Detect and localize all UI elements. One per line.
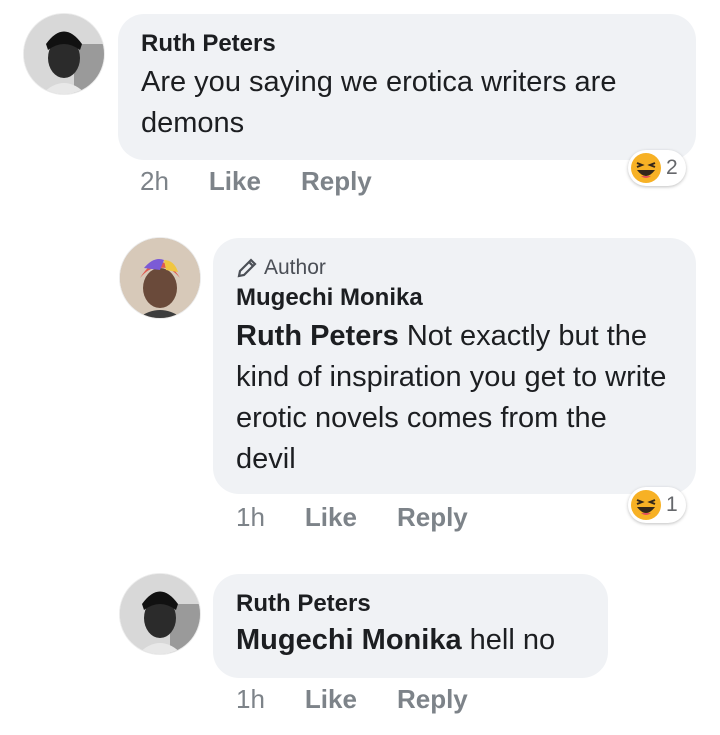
comment-timestamp[interactable]: 2h [140, 166, 169, 197]
comment-text: Mugechi Monika hell no [236, 620, 584, 661]
avatar[interactable] [24, 14, 104, 94]
laughing-emoji-icon [631, 490, 661, 520]
profile-photo-icon [120, 238, 200, 318]
reaction-badge[interactable]: 1 [628, 487, 686, 523]
reply-button[interactable]: Reply [397, 684, 468, 715]
comment-text: Ruth Peters Not exactly but the kind of … [236, 316, 672, 480]
reaction-count: 1 [666, 493, 678, 516]
reply-button[interactable]: Reply [301, 166, 372, 197]
avatar[interactable] [120, 574, 200, 654]
reaction-badge[interactable]: 2 [628, 150, 686, 186]
comment-actions: 2h Like Reply [140, 166, 372, 197]
reply-button[interactable]: Reply [397, 502, 468, 533]
mention-link[interactable]: Mugechi Monika [236, 624, 462, 656]
reaction-count: 2 [666, 156, 678, 179]
like-button[interactable]: Like [209, 166, 261, 197]
comment-timestamp[interactable]: 1h [236, 502, 265, 533]
commenter-name[interactable]: Mugechi Monika [236, 284, 672, 312]
laughing-emoji-icon [631, 153, 661, 183]
author-label: Author [264, 256, 326, 279]
profile-photo-icon [24, 14, 104, 94]
comment-actions: 1h Like Reply [236, 684, 468, 715]
comment-bubble: Author Mugechi Monika Ruth Peters Not ex… [213, 238, 696, 494]
mention-link[interactable]: Ruth Peters [236, 320, 399, 352]
comment-bubble: Ruth Peters Are you saying we erotica wr… [118, 14, 696, 160]
comment-bubble: Ruth Peters Mugechi Monika hell no [213, 574, 608, 678]
comment-actions: 1h Like Reply [236, 502, 468, 533]
commenter-name[interactable]: Ruth Peters [236, 590, 584, 618]
avatar[interactable] [120, 238, 200, 318]
author-badge: Author [236, 256, 672, 280]
like-button[interactable]: Like [305, 684, 357, 715]
comment-timestamp[interactable]: 1h [236, 684, 265, 715]
pencil-icon [237, 258, 257, 278]
commenter-name[interactable]: Ruth Peters [141, 30, 672, 58]
comment-text: Are you saying we erotica writers are de… [141, 66, 617, 139]
profile-photo-icon [120, 574, 200, 654]
comment-body: hell no [461, 624, 556, 656]
like-button[interactable]: Like [305, 502, 357, 533]
